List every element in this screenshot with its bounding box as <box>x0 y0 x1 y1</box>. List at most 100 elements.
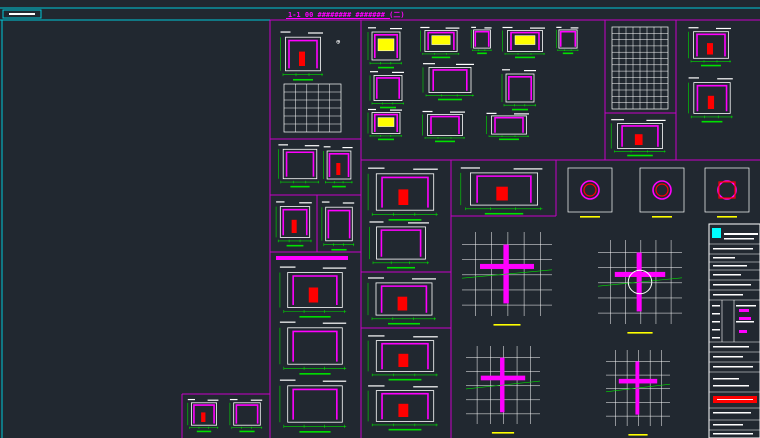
section-detail <box>187 398 219 433</box>
section-detail <box>367 277 436 325</box>
rebar-line <box>474 30 490 47</box>
leader-text <box>229 398 238 401</box>
plan-detail <box>605 350 671 436</box>
filled-section <box>514 35 536 45</box>
detail-label-bar <box>562 52 574 55</box>
cad-drawing-viewport[interactable]: 1-1 00 ######## ####### (二) ⊕ <box>0 0 760 438</box>
leader-text <box>460 167 480 169</box>
rebar-line <box>559 30 577 47</box>
concrete-outline <box>373 75 403 102</box>
section-detail <box>367 27 402 69</box>
leader-text <box>390 109 402 111</box>
title-block <box>708 223 760 438</box>
section-detail <box>419 26 460 59</box>
leader-text <box>413 386 438 388</box>
detail-label-bar <box>378 138 394 141</box>
rebar-line <box>235 404 259 424</box>
detail-label-bar <box>239 430 255 433</box>
rebar-line <box>292 330 338 362</box>
detail-label-bar <box>332 185 346 188</box>
leader-text <box>413 336 438 338</box>
leader-text <box>276 201 285 203</box>
leader-text <box>322 267 347 269</box>
leader-text <box>368 27 376 29</box>
rebar-line <box>507 76 533 100</box>
detail-label-bar <box>512 108 528 111</box>
leader-text <box>368 335 385 337</box>
section-detail <box>460 167 543 215</box>
leader-text <box>304 145 320 147</box>
section-detail <box>279 266 347 318</box>
leader-text <box>323 146 331 148</box>
leader-text <box>688 77 699 79</box>
concrete-outline <box>491 115 527 135</box>
leader-text <box>392 71 404 73</box>
rebar-line <box>292 388 338 420</box>
leader-text <box>484 27 492 29</box>
column-outline <box>639 167 685 213</box>
section-detail <box>369 221 429 269</box>
rebar-line <box>430 115 460 134</box>
leader-text <box>524 70 536 72</box>
leader-text <box>423 63 435 65</box>
leader-text <box>279 266 296 268</box>
leader-text <box>422 110 433 113</box>
section-detail <box>275 201 312 247</box>
detail-label-bar <box>580 216 600 218</box>
cad-canvas[interactable]: 1-1 00 ######## ####### (二) ⊕ <box>0 0 760 438</box>
logo-icon <box>712 228 721 238</box>
rebar-line <box>494 116 524 133</box>
leader-text <box>207 399 219 401</box>
leader-text <box>279 379 296 381</box>
detail-label-bar <box>499 138 519 141</box>
filled-section <box>377 117 395 127</box>
leader-text <box>250 399 263 401</box>
leader-text <box>530 27 545 29</box>
leader-text <box>342 147 353 149</box>
leader-text <box>716 27 731 30</box>
leader-text <box>279 321 296 323</box>
detail-label-bar <box>388 322 420 325</box>
rebar-line <box>380 229 422 257</box>
section-detail <box>367 167 438 221</box>
leader-text <box>445 27 460 29</box>
section-detail <box>501 69 536 111</box>
leader-text <box>368 277 384 279</box>
red-member <box>634 134 643 145</box>
leader-text <box>502 69 510 71</box>
section-detail <box>688 27 731 67</box>
leader-text <box>646 119 666 121</box>
concrete-outline <box>428 67 472 94</box>
filled-section <box>377 38 395 52</box>
detail-label-bar <box>627 332 653 334</box>
red-member <box>336 163 341 175</box>
section-detail <box>688 77 733 123</box>
title-underline <box>286 18 390 19</box>
detail-label-bar <box>491 432 515 434</box>
column-outline <box>567 167 613 213</box>
leader-text <box>299 202 312 204</box>
detail-label-bar <box>286 244 304 247</box>
detail-label-bar <box>431 56 451 59</box>
section-detail <box>280 31 323 81</box>
detail-label-bar <box>435 140 455 143</box>
concrete-outline <box>558 29 578 49</box>
column-outline <box>704 167 750 213</box>
column-section <box>567 167 613 218</box>
column-section <box>704 167 750 218</box>
rebar-line <box>432 69 468 91</box>
detail-label-bar <box>299 373 331 375</box>
filled-section <box>431 35 451 45</box>
detail-label-bar <box>627 154 653 157</box>
detail-label-bar <box>701 64 721 67</box>
section-detail <box>555 26 579 55</box>
plan-detail <box>465 346 541 434</box>
leader-text <box>688 27 699 29</box>
detail-label-bar <box>196 430 212 433</box>
leader-text <box>369 221 384 223</box>
concrete-outline <box>287 327 343 365</box>
leader-text <box>342 202 355 204</box>
leader-text <box>187 398 195 401</box>
red-member <box>707 43 713 55</box>
red-member <box>707 95 715 109</box>
